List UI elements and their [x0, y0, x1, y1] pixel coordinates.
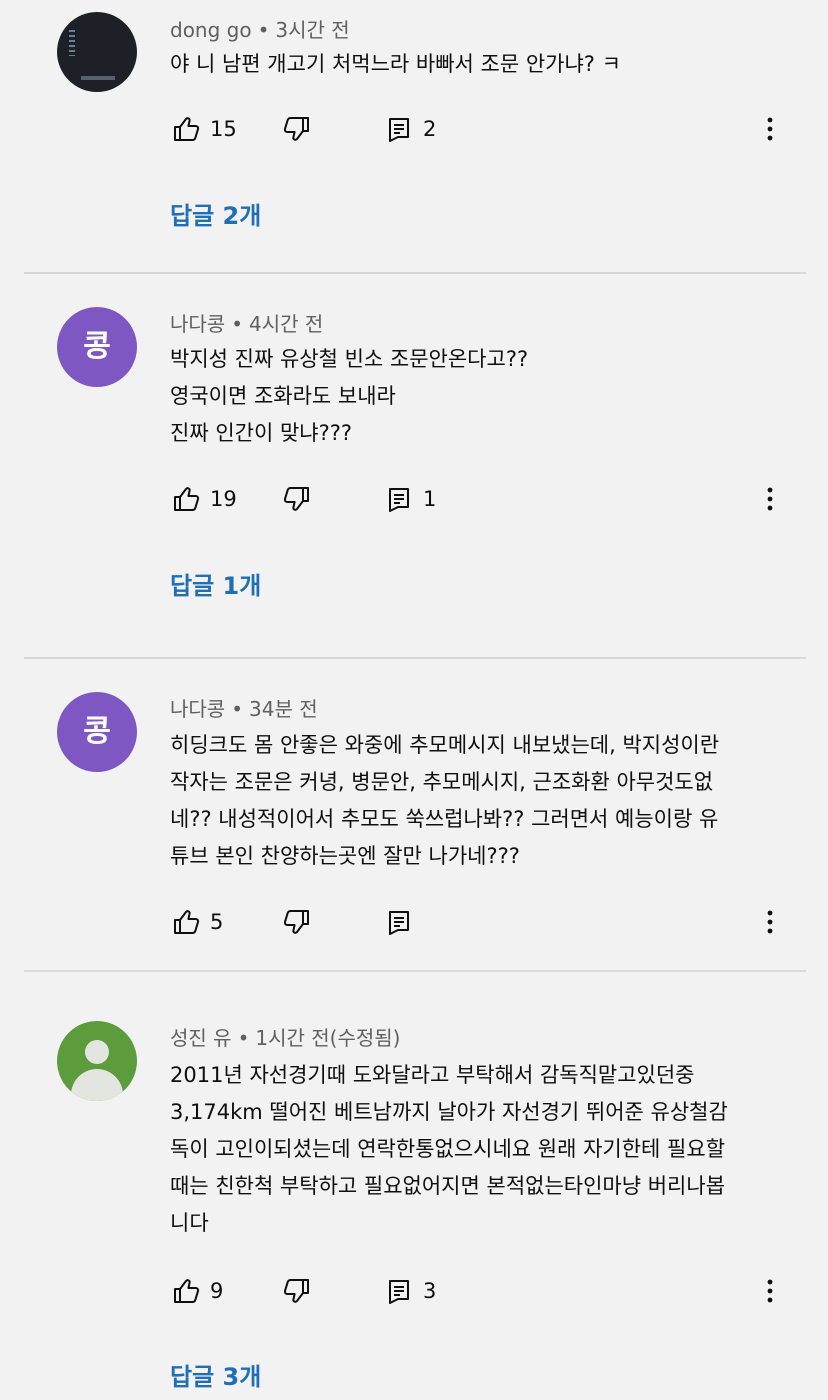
- comment-actions: 19 1: [170, 479, 790, 519]
- comment-text: 2011년 자선경기때 도와달라고 부탁해서 감독직맡고있던중 3,174km …: [170, 1057, 770, 1242]
- separator: •: [231, 312, 243, 336]
- comment-reply-icon: [389, 118, 409, 142]
- dislike-button[interactable]: [283, 902, 311, 942]
- thumb-down-icon: [283, 117, 309, 141]
- comment-time: 1시간 전(수정됨): [255, 1026, 401, 1050]
- dislike-button[interactable]: [283, 1271, 311, 1311]
- comment-line: 영국이면 조화라도 보내라: [170, 384, 396, 408]
- default-avatar-head: [85, 1040, 109, 1064]
- like-button[interactable]: 15: [172, 109, 237, 149]
- view-replies-link[interactable]: 답글 2개: [170, 196, 261, 231]
- thumb-up-icon: [174, 910, 200, 934]
- thumb-down-icon: [283, 487, 309, 511]
- view-replies-link[interactable]: 답글 1개: [170, 566, 261, 601]
- like-button[interactable]: 19: [172, 479, 237, 519]
- divider: [24, 657, 806, 659]
- comment-text: 박지성 진짜 유상철 빈소 조문안온다고?? 영국이면 조화라도 보내라 진짜 …: [170, 341, 770, 452]
- thumb-up-icon: [174, 117, 200, 141]
- comment-meta: 나다콩 • 4시간 전: [170, 308, 323, 337]
- author-name[interactable]: 나다콩: [170, 697, 225, 721]
- comment-line: 때는 친한척 부탁하고 필요없어지면 본적없는타인마냥 버리나봅: [170, 1174, 726, 1198]
- comment-line: 튜브 본인 찬양하는곳엔 잘만 나가네???: [170, 844, 520, 868]
- avatar[interactable]: 콩: [57, 307, 137, 387]
- reply-count: 2: [423, 117, 437, 141]
- like-count: 19: [210, 487, 237, 511]
- comment-reply-icon: [389, 911, 409, 935]
- thumb-down-icon: [283, 910, 309, 934]
- more-options-button[interactable]: [758, 109, 782, 149]
- comment-line: 작자는 조문은 커녕, 병문안, 추모메시지, 근조화환 아무것도없: [170, 770, 714, 794]
- comment-actions: 5: [170, 902, 790, 942]
- like-count: 9: [210, 1279, 224, 1303]
- avatar[interactable]: [57, 12, 137, 92]
- comment-line: 네?? 내성적이어서 추모도 쑥쓰럽나봐?? 그러면서 예능이랑 유: [170, 807, 719, 831]
- default-avatar-body: [71, 1069, 123, 1101]
- reply-count: 3: [423, 1279, 437, 1303]
- thumb-up-icon: [174, 1279, 200, 1303]
- comment-reply-icon: [389, 488, 409, 512]
- dislike-button[interactable]: [283, 479, 311, 519]
- more-options-button[interactable]: [758, 902, 782, 942]
- comment-line: 독이 고인이되셨는데 연락한통없으시네요 원래 자기한테 필요할: [170, 1137, 726, 1161]
- reply-count: 1: [423, 487, 437, 511]
- comment-time: 34분 전: [249, 697, 318, 721]
- comment-line: 2011년 자선경기때 도와달라고 부탁해서 감독직맡고있던중: [170, 1063, 695, 1087]
- more-vert-icon: [767, 1279, 773, 1303]
- like-count: 5: [210, 910, 224, 934]
- comment-time: 3시간 전: [275, 18, 350, 42]
- avatar[interactable]: [57, 1021, 137, 1101]
- comment-meta: dong go • 3시간 전: [170, 14, 350, 43]
- separator: •: [231, 697, 243, 721]
- separator: •: [237, 1026, 250, 1050]
- reply-button[interactable]: [385, 902, 423, 942]
- divider: [24, 272, 806, 274]
- comment-text: 야 니 남편 개고기 처먹느라 바빠서 조문 안가냐? ㅋ: [170, 46, 770, 83]
- comment-line: 야 니 남편 개고기 처먹느라 바빠서 조문 안가냐? ㅋ: [170, 52, 621, 76]
- author-name[interactable]: 나다콩: [170, 312, 225, 336]
- more-vert-icon: [767, 910, 773, 934]
- comment-actions: 15 2: [170, 109, 790, 149]
- view-replies-link[interactable]: 답글 3개: [170, 1357, 261, 1392]
- more-options-button[interactable]: [758, 1271, 782, 1311]
- dislike-button[interactable]: [283, 109, 311, 149]
- comment-meta: 성진 유 • 1시간 전(수정됨): [170, 1022, 400, 1051]
- avatar[interactable]: 콩: [57, 692, 137, 772]
- like-button[interactable]: 5: [172, 902, 223, 942]
- comment-reply-icon: [389, 1280, 409, 1304]
- author-name[interactable]: 성진 유: [170, 1026, 232, 1050]
- comment-actions: 9 3: [170, 1271, 790, 1311]
- divider: [24, 970, 806, 972]
- separator: •: [257, 18, 270, 42]
- reply-button[interactable]: 3: [385, 1271, 436, 1311]
- like-button[interactable]: 9: [172, 1271, 223, 1311]
- reply-button[interactable]: 2: [385, 109, 436, 149]
- comment-line: 3,174km 떨어진 베트남까지 날아가 자선경기 뛰어준 유상철감: [170, 1100, 728, 1124]
- thumb-up-icon: [174, 487, 200, 511]
- comment-line: 히딩크도 몸 안좋은 와중에 추모메시지 내보냈는데, 박지성이란: [170, 733, 720, 757]
- comment-time: 4시간 전: [249, 312, 324, 336]
- author-name[interactable]: dong go: [170, 18, 252, 42]
- comment-line: 진짜 인간이 맞냐???: [170, 421, 353, 445]
- comment-text: 히딩크도 몸 안좋은 와중에 추모메시지 내보냈는데, 박지성이란 작자는 조문…: [170, 727, 770, 875]
- comment-line: 박지성 진짜 유상철 빈소 조문안온다고??: [170, 347, 529, 371]
- more-vert-icon: [767, 117, 773, 141]
- more-vert-icon: [767, 487, 773, 511]
- more-options-button[interactable]: [758, 479, 782, 519]
- comment-line: 니다: [170, 1211, 209, 1235]
- like-count: 15: [210, 117, 237, 141]
- reply-button[interactable]: 1: [385, 479, 436, 519]
- comment-meta: 나다콩 • 34분 전: [170, 693, 318, 722]
- thumb-down-icon: [283, 1279, 309, 1303]
